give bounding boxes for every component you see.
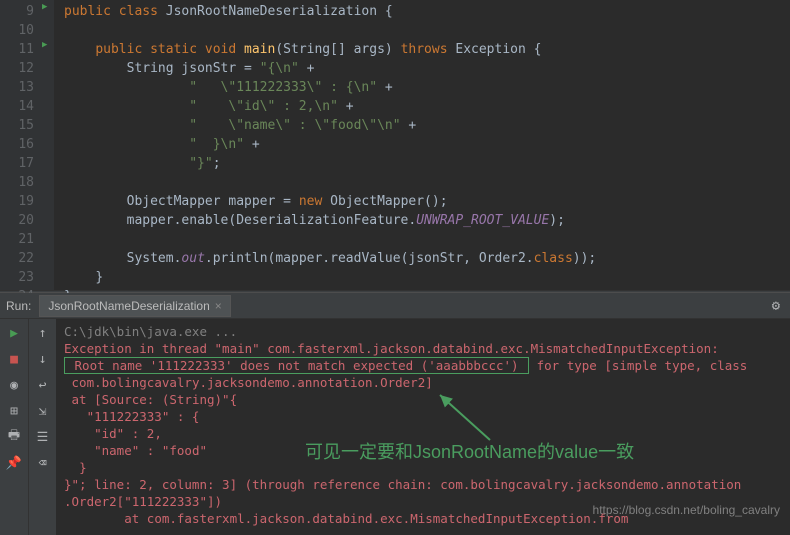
string: " \"111222333\" : {\n" (189, 80, 385, 95)
keyword: class (534, 251, 573, 266)
rerun-icon[interactable]: ▶ (6, 325, 22, 341)
line-num: 18 (0, 173, 34, 192)
tab-title: JsonRootNameDeserialization (48, 299, 209, 313)
error-line: "id" : 2, (64, 426, 162, 441)
filter-icon[interactable]: ☰ (35, 429, 51, 445)
up-icon[interactable]: ↑ (35, 325, 51, 341)
run-method-icon[interactable]: ▶ (42, 40, 47, 50)
run-label: Run: (6, 299, 31, 313)
keyword: new (299, 194, 330, 209)
layout-icon[interactable]: ⊞ (6, 403, 22, 419)
line-num: 23 (0, 268, 34, 287)
field: UNWRAP_ROOT_VALUE (416, 213, 549, 228)
line-num: 20 (0, 211, 34, 230)
error-line: for type [simple type, class (537, 358, 748, 373)
line-num: 9 (0, 2, 34, 21)
line-num: 19 (0, 192, 34, 211)
field: out (181, 251, 204, 266)
scroll-icon[interactable]: ⇲ (35, 403, 51, 419)
error-line: at com.fasterxml.jackson.databind.exc.Mi… (64, 511, 628, 526)
error-highlight: Root name '111222333' does not match exp… (64, 357, 529, 374)
string: " }\n" (189, 137, 252, 152)
error-line: Exception in thread "main" com.fasterxml… (64, 341, 719, 356)
clear-icon[interactable]: ⌫ (35, 455, 51, 471)
error-line: } (64, 460, 87, 475)
code-editor[interactable]: 9 10 11 12 13 14 15 16 17 18 19 20 21 22… (0, 0, 790, 290)
run-toolbar-left: ▶ ■ ◉ ⊞ 🖶 📌 (0, 319, 28, 535)
code-content[interactable]: public class JsonRootNameDeserialization… (54, 0, 790, 290)
keyword: public class (64, 4, 166, 19)
string: "}" (189, 156, 212, 171)
line-num: 12 (0, 59, 34, 78)
string: " \"id\" : 2,\n" (189, 99, 346, 114)
string: " \"name\" : \"food\"\n" (189, 118, 408, 133)
error-line: "name" : "food" (64, 443, 207, 458)
stop-icon[interactable]: ■ (6, 351, 22, 367)
run-class-icon[interactable]: ▶ (42, 2, 47, 12)
gutter-icons: ▶ ▶ (40, 0, 54, 290)
class-name: JsonRootNameDeserialization (166, 4, 385, 19)
print-icon[interactable]: 🖶 (6, 429, 22, 445)
wrap-icon[interactable]: ↩ (35, 377, 51, 393)
camera-icon[interactable]: ◉ (6, 377, 22, 393)
error-line: }"; line: 2, column: 3] (through referen… (64, 477, 741, 492)
method: main (244, 42, 275, 57)
error-line: .Order2["111222333"]) (64, 494, 222, 509)
down-icon[interactable]: ↓ (35, 351, 51, 367)
keyword: public static void (95, 42, 244, 57)
line-num: 15 (0, 116, 34, 135)
error-line: "111222333" : { (64, 409, 199, 424)
command-line: C:\jdk\bin\java.exe ... (64, 324, 237, 339)
line-num: 21 (0, 230, 34, 249)
line-num: 10 (0, 21, 34, 40)
run-toolbar-right: ↑ ↓ ↩ ⇲ ☰ ⌫ (28, 319, 56, 535)
line-numbers: 9 10 11 12 13 14 15 16 17 18 19 20 21 22… (0, 0, 40, 290)
line-num: 16 (0, 135, 34, 154)
string: "{\n" (260, 61, 307, 76)
error-line: at [Source: (String)"{ (64, 392, 237, 407)
pin-icon[interactable]: 📌 (6, 455, 22, 471)
line-num: 13 (0, 78, 34, 97)
watermark: https://blog.csdn.net/boling_cavalry (593, 503, 780, 517)
line-num: 14 (0, 97, 34, 116)
run-panel: Run: JsonRootNameDeserialization × ⚙ ▶ ■… (0, 293, 790, 535)
close-icon[interactable]: × (215, 299, 222, 313)
line-num: 22 (0, 249, 34, 268)
line-num: 17 (0, 154, 34, 173)
keyword: throws (401, 42, 456, 57)
brace: { (385, 4, 393, 19)
settings-icon[interactable]: ⚙ (772, 298, 780, 314)
line-num: 11 (0, 40, 34, 59)
run-header: Run: JsonRootNameDeserialization × ⚙ (0, 293, 790, 319)
error-line: com.bolingcavalry.jacksondemo.annotation… (64, 375, 433, 390)
run-config-tab[interactable]: JsonRootNameDeserialization × (39, 295, 230, 317)
